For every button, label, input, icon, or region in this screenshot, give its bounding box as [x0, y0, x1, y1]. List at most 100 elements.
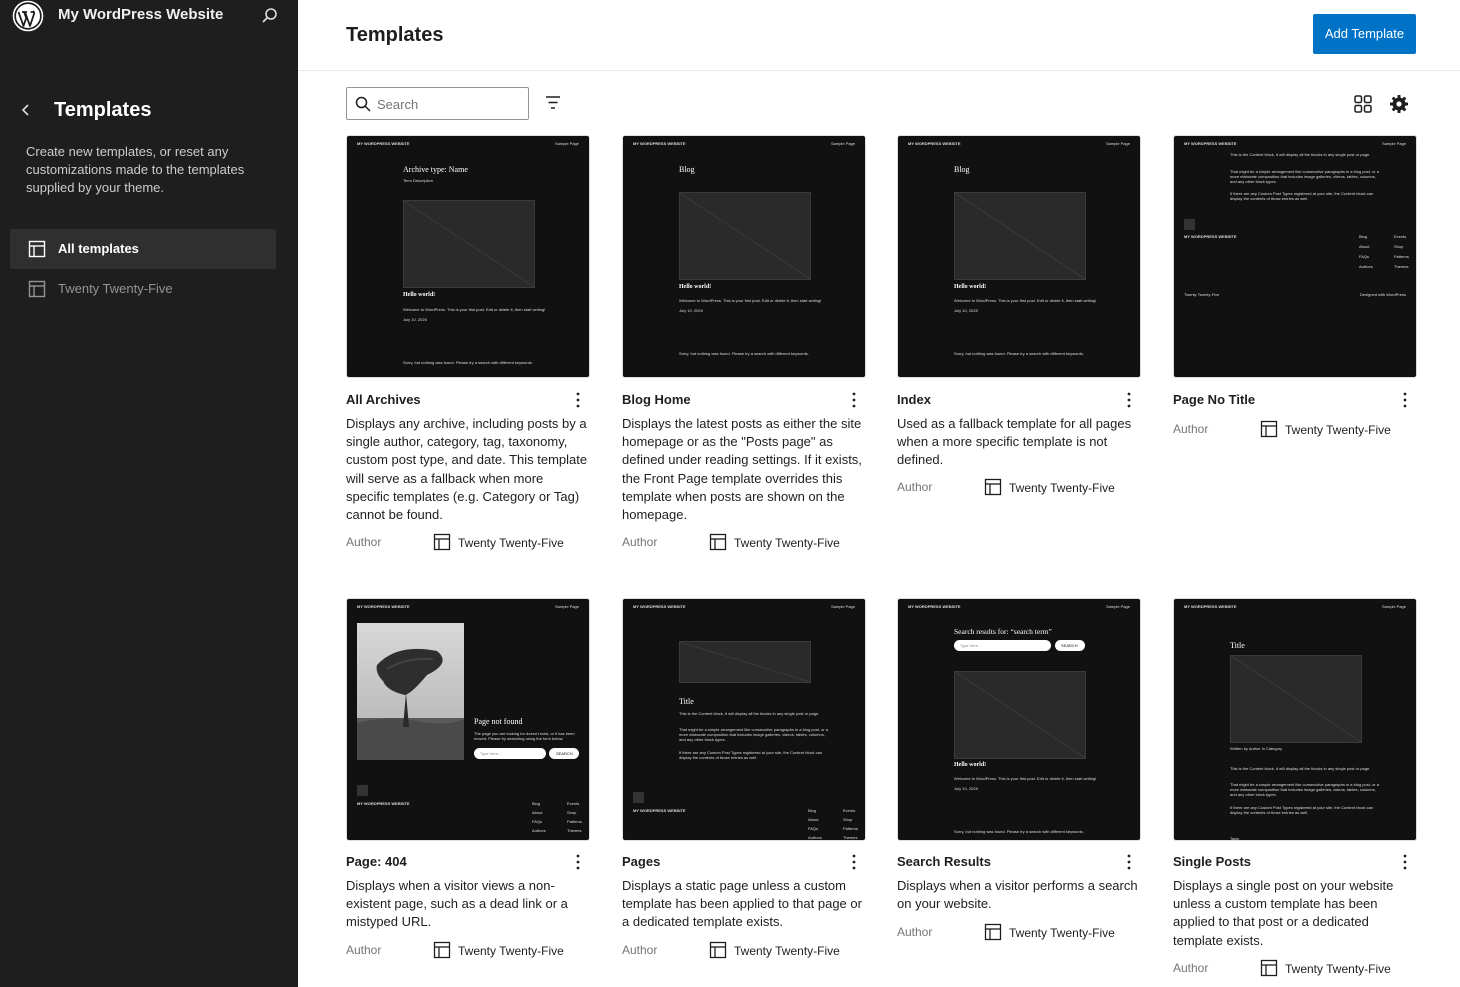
template-preview[interactable]: MY WORDPRESS WEBSITE Sample Page Title W… [1173, 598, 1417, 841]
add-template-button[interactable]: Add Template [1313, 14, 1416, 54]
preview-footer-link: Blog [808, 808, 817, 813]
preview-heading: Title [1230, 641, 1245, 650]
preview-post-title: Hello world! [954, 284, 987, 290]
preview-post-title: Hello world! [954, 762, 987, 768]
template-preview[interactable]: MY WORDPRESS WEBSITE Sample Page This is… [1173, 135, 1417, 378]
template-theme: Twenty Twenty-Five [734, 536, 840, 550]
preview-post-text: Welcome to WordPress. This is your first… [954, 298, 1097, 303]
preview-footer-site: MY WORDPRESS WEBSITE [1184, 234, 1237, 239]
preview-paragraph: That might be a simple arrangement like … [1230, 169, 1379, 184]
more-vertical-icon[interactable] [1399, 391, 1411, 409]
preview-footer-link: Events [843, 808, 856, 813]
template-title[interactable]: Search Results [897, 854, 991, 869]
search-input[interactable] [377, 94, 522, 114]
template-theme: Twenty Twenty-Five [1285, 962, 1391, 976]
wordpress-logo-icon[interactable] [12, 0, 44, 32]
preview-paragraph: If there are any Custom Post Types regis… [1230, 191, 1374, 201]
template-theme: Twenty Twenty-Five [734, 944, 840, 958]
preview-heading: Archive type: Name [403, 165, 468, 174]
template-title[interactable]: Blog Home [622, 392, 691, 407]
more-vertical-icon[interactable] [1123, 853, 1135, 871]
grid-view-icon[interactable] [1353, 94, 1373, 114]
tree-photo-image [357, 623, 464, 760]
image-placeholder [954, 671, 1086, 759]
search-field[interactable] [346, 87, 529, 120]
preview-site-title: MY WORDPRESS WEBSITE [633, 141, 686, 146]
preview-paragraph: This is the Content block, it will displ… [679, 711, 820, 716]
preview-footer-link: Blog [1359, 234, 1368, 239]
preview-footer-site: MY WORDPRESS WEBSITE [357, 801, 410, 806]
image-placeholder [679, 641, 811, 683]
preview-heading: Search results for: “search term” [954, 627, 1052, 636]
sidebar: My WordPress Website Templates Create ne… [0, 0, 298, 987]
preview-search-button-label: SEARCH [556, 751, 573, 756]
preview-nav: Sample Page [1381, 141, 1406, 146]
preview-footer-link: Patterns [843, 826, 858, 831]
preview-nav: Sample Page [1381, 604, 1406, 609]
template-title[interactable]: All Archives [346, 392, 421, 407]
template-preview[interactable]: MY WORDPRESS WEBSITE Sample Page Page no… [346, 598, 590, 841]
template-preview[interactable]: MY WORDPRESS WEBSITE Sample Page Title T… [622, 598, 866, 841]
more-vertical-icon[interactable] [572, 391, 584, 409]
preview-footer-site: MY WORDPRESS WEBSITE [633, 808, 686, 813]
image-placeholder [679, 192, 811, 280]
layout-icon [1260, 420, 1278, 438]
template-title[interactable]: Page No Title [1173, 392, 1255, 407]
preview-paragraph: This is the Content block, it will displ… [1230, 152, 1371, 157]
sidebar-item-label: All templates [58, 241, 139, 256]
template-preview[interactable]: MY WORDPRESS WEBSITE Sample Page Blog He… [622, 135, 866, 378]
preview-post-title: Hello world! [679, 284, 712, 290]
preview-search-placeholder: Type here... [480, 751, 502, 756]
preview-heading: Title [679, 697, 694, 706]
more-vertical-icon[interactable] [1123, 391, 1135, 409]
more-vertical-icon[interactable] [1399, 853, 1411, 871]
preview-post-text: Welcome to WordPress. This is your first… [679, 298, 822, 303]
main-content: Templates Add Template MY W [298, 0, 1460, 987]
preview-paragraph: If there are any Custom Post Types regis… [1230, 805, 1374, 815]
template-title[interactable]: Page: 404 [346, 854, 407, 869]
template-description: Displays a single post on your website u… [1173, 878, 1394, 948]
site-title[interactable]: My WordPress Website [58, 6, 223, 23]
template-title[interactable]: Pages [622, 854, 660, 869]
preview-post-title: Hello world! [403, 292, 436, 298]
template-theme: Twenty Twenty-Five [1009, 481, 1115, 495]
more-vertical-icon[interactable] [848, 391, 860, 409]
sidebar-item-twenty-twenty-five[interactable]: Twenty Twenty-Five [10, 269, 276, 309]
preview-date: July 10, 2025 [954, 786, 978, 791]
preview-footer-link: Shop [567, 810, 577, 815]
filter-icon[interactable] [543, 94, 563, 112]
template-preview[interactable]: MY WORDPRESS WEBSITE Sample Page Search … [897, 598, 1141, 841]
preview-footer-link: FAQs [1359, 254, 1370, 259]
more-vertical-icon[interactable] [572, 853, 584, 871]
template-preview[interactable]: MY WORDPRESS WEBSITE Sample Page Blog He… [897, 135, 1141, 378]
template-description: Used as a fallback template for all page… [897, 416, 1132, 468]
search-icon[interactable] [260, 6, 280, 26]
search-icon [355, 96, 371, 112]
preview-footer-link: About [532, 810, 543, 815]
preview-footer-text: Sorry, but nothing was found. Please try… [954, 829, 1084, 834]
template-title[interactable]: Index [897, 392, 931, 407]
layout-icon [433, 533, 451, 551]
preview-date: July 10, 2025 [679, 308, 703, 313]
layout-icon [433, 941, 451, 959]
sidebar-item-all-templates[interactable]: All templates [10, 229, 276, 269]
template-theme: Twenty Twenty-Five [1285, 423, 1391, 437]
template-description: Displays when a visitor performs a searc… [897, 878, 1138, 912]
site-logo-placeholder [633, 792, 644, 803]
chevron-left-icon[interactable] [18, 100, 34, 120]
preview-site-title: MY WORDPRESS WEBSITE [357, 604, 410, 609]
layout-icon [709, 941, 727, 959]
gear-icon[interactable] [1389, 94, 1409, 114]
preview-footer-link: Events [567, 801, 580, 806]
preview-search-placeholder: Type here... [960, 643, 982, 648]
image-placeholder [1230, 655, 1362, 743]
sidebar-item-label: Twenty Twenty-Five [58, 281, 173, 296]
preview-paragraph: That might be a simple arrangement like … [1230, 782, 1379, 797]
preview-paragraph: That might be a simple arrangement like … [679, 727, 828, 742]
template-title[interactable]: Single Posts [1173, 854, 1251, 869]
template-preview[interactable]: MY WORDPRESS WEBSITE Sample Page Archive… [346, 135, 590, 378]
template-author: Author [897, 925, 933, 939]
more-vertical-icon[interactable] [848, 853, 860, 871]
preview-date: July 10, 2025 [403, 317, 427, 322]
preview-nav: Sample Page [554, 604, 579, 609]
